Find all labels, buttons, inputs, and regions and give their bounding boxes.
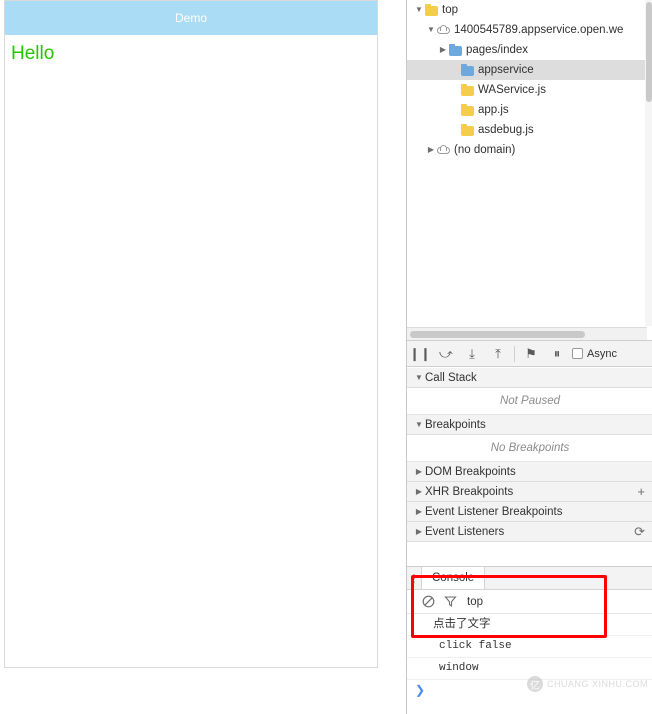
simulator-titlebar: Demo bbox=[5, 1, 377, 35]
chevron-down-icon[interactable]: ▼ bbox=[413, 415, 425, 435]
tree-row[interactable]: ▼ 1400545789.appservice.open.we bbox=[407, 20, 652, 40]
devtools-panel: ▼ top ▼ 1400545789.appservice.open.we ▶ … bbox=[406, 0, 652, 714]
tree-item-label: pages/index bbox=[466, 44, 529, 56]
tree-item-label: (no domain) bbox=[454, 144, 516, 156]
pane-title: Event Listener Breakpoints bbox=[425, 505, 563, 518]
tree-vertical-scrollbar[interactable] bbox=[645, 0, 652, 326]
pane-header-event-listeners[interactable]: ▶ Event Listeners ⟳ bbox=[407, 522, 652, 542]
call-stack-empty-text: Not Paused bbox=[407, 388, 652, 415]
chevron-right-icon[interactable]: ▶ bbox=[425, 140, 437, 160]
watermark-logo: 亿 bbox=[526, 676, 543, 692]
pane-filler bbox=[407, 542, 652, 569]
drawer-menu-icon[interactable]: ⋮ bbox=[407, 572, 421, 585]
watermark: 亿 CHUANG XINHU.COM bbox=[526, 676, 648, 692]
tree-item-label: top bbox=[442, 4, 458, 16]
pane-title: XHR Breakpoints bbox=[425, 485, 514, 498]
tree-row[interactable]: ▶ pages/index bbox=[407, 40, 652, 60]
step-over-button[interactable]: ⤻ bbox=[433, 341, 459, 367]
pane-title: Breakpoints bbox=[425, 418, 486, 431]
debugger-side-panes: ▼ Call Stack Not Paused ▼ Breakpoints No… bbox=[407, 368, 652, 569]
sources-file-tree[interactable]: ▼ top ▼ 1400545789.appservice.open.we ▶ … bbox=[407, 0, 652, 326]
console-toolbar: top bbox=[407, 590, 652, 614]
chevron-down-icon[interactable]: ▼ bbox=[413, 0, 425, 20]
console-message: 点击了文字 bbox=[407, 614, 652, 636]
tree-item-label: appservice bbox=[478, 64, 534, 76]
refresh-icon[interactable]: ⟳ bbox=[634, 522, 652, 542]
chevron-down-icon[interactable]: ▼ bbox=[425, 20, 437, 40]
simulator-hello-text[interactable]: Hello bbox=[11, 43, 371, 65]
chevron-down-icon[interactable]: ▼ bbox=[413, 368, 425, 388]
async-checkbox[interactable] bbox=[572, 348, 583, 359]
step-out-button[interactable]: ⤒ bbox=[485, 341, 511, 367]
prompt-chevron-icon: ❯ bbox=[415, 683, 426, 697]
pane-header-xhr-breakpoints[interactable]: ▶ XHR Breakpoints + bbox=[407, 482, 652, 502]
simulator-page-body: Hello bbox=[5, 35, 377, 73]
cloud-icon bbox=[437, 144, 451, 157]
scrollbar-thumb[interactable] bbox=[646, 2, 652, 102]
folder-icon bbox=[461, 83, 475, 97]
pane-title: Call Stack bbox=[425, 371, 477, 384]
folder-icon bbox=[461, 103, 475, 117]
tree-item-label: WAService.js bbox=[478, 84, 546, 96]
pane-header-breakpoints[interactable]: ▼ Breakpoints bbox=[407, 415, 652, 435]
chevron-right-icon[interactable]: ▶ bbox=[437, 40, 449, 60]
chevron-right-icon[interactable]: ▶ bbox=[413, 462, 425, 482]
tab-console[interactable]: Console bbox=[421, 567, 486, 589]
simulator-panel: Demo Hello bbox=[4, 0, 378, 668]
pane-header-call-stack[interactable]: ▼ Call Stack bbox=[407, 368, 652, 388]
tree-row[interactable]: ▼ top bbox=[407, 0, 652, 20]
chevron-right-icon[interactable]: ▶ bbox=[413, 522, 425, 542]
folder-icon bbox=[461, 63, 475, 77]
breakpoints-empty-text: No Breakpoints bbox=[407, 435, 652, 462]
console-context-selector[interactable]: top bbox=[467, 596, 483, 608]
tree-horizontal-scrollbar[interactable] bbox=[407, 327, 647, 340]
cloud-icon bbox=[437, 24, 451, 37]
add-xhr-breakpoint-icon[interactable]: + bbox=[637, 482, 652, 502]
folder-icon bbox=[449, 43, 463, 57]
watermark-text: CHUANG XINHU.COM bbox=[546, 679, 648, 689]
pause-resume-button[interactable]: ❙❙ bbox=[407, 341, 433, 367]
tree-row[interactable]: ▶ (no domain) bbox=[407, 140, 652, 160]
tree-item-label: 1400545789.appservice.open.we bbox=[454, 24, 624, 36]
tree-row[interactable]: app.js bbox=[407, 100, 652, 120]
tree-item-label: asdebug.js bbox=[478, 124, 534, 136]
async-checkbox-row[interactable]: Async bbox=[572, 348, 617, 360]
folder-icon bbox=[425, 3, 439, 17]
tree-row[interactable]: WAService.js bbox=[407, 80, 652, 100]
pause-on-exceptions-button[interactable]: ⏸ bbox=[544, 341, 570, 367]
deactivate-breakpoints-button[interactable]: ⚑ bbox=[518, 341, 544, 367]
pane-title: Event Listeners bbox=[425, 525, 505, 538]
pane-header-dom-breakpoints[interactable]: ▶ DOM Breakpoints bbox=[407, 462, 652, 482]
tree-row[interactable]: asdebug.js bbox=[407, 120, 652, 140]
simulator-title: Demo bbox=[174, 11, 207, 25]
toolbar-divider bbox=[514, 345, 515, 362]
pane-title: DOM Breakpoints bbox=[425, 465, 516, 478]
scrollbar-thumb[interactable] bbox=[410, 331, 585, 338]
step-into-button[interactable]: ⤓ bbox=[459, 341, 485, 367]
chevron-right-icon[interactable]: ▶ bbox=[413, 502, 425, 522]
tree-item-label: app.js bbox=[478, 104, 509, 116]
filter-icon[interactable] bbox=[439, 595, 461, 608]
console-message: click false bbox=[407, 636, 652, 658]
chevron-right-icon[interactable]: ▶ bbox=[413, 482, 425, 502]
folder-icon bbox=[461, 123, 475, 137]
debugger-toolbar: ❙❙ ⤻ ⤓ ⤒ ⚑ ⏸ Async bbox=[407, 340, 652, 367]
pane-header-event-listener-breakpoints[interactable]: ▶ Event Listener Breakpoints bbox=[407, 502, 652, 522]
async-label: Async bbox=[587, 347, 617, 360]
clear-console-icon[interactable] bbox=[417, 595, 439, 608]
tree-row-selected[interactable]: appservice bbox=[407, 60, 652, 80]
drawer-tabbar: ⋮ Console bbox=[407, 567, 652, 590]
